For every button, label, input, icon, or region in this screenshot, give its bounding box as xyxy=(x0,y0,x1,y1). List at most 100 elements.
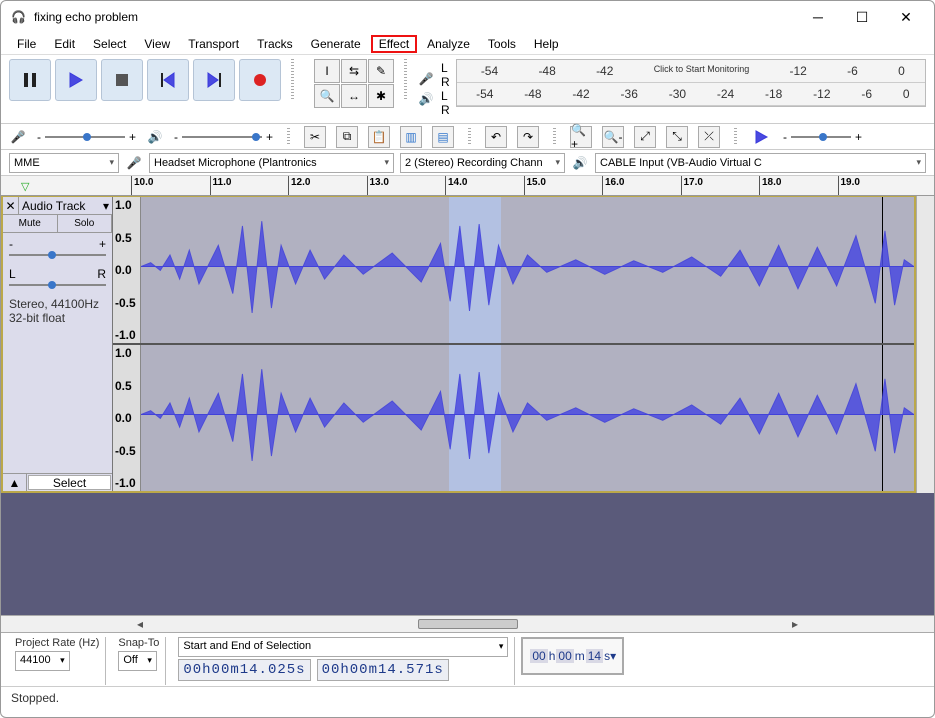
pause-button[interactable] xyxy=(9,59,51,101)
stop-button[interactable] xyxy=(101,59,143,101)
menu-tools[interactable]: Tools xyxy=(480,35,524,53)
skip-start-button[interactable] xyxy=(147,59,189,101)
separator xyxy=(291,59,294,99)
cut-icon[interactable]: ✂ xyxy=(304,126,326,148)
empty-track-space[interactable] xyxy=(1,493,934,615)
envelope-tool-icon[interactable]: ⇆ xyxy=(341,59,367,83)
mute-button[interactable]: Mute xyxy=(3,215,58,232)
snap-to-label: Snap-To xyxy=(118,637,159,649)
separator xyxy=(553,128,556,146)
level-meters[interactable]: -54-48-42Click to Start Monitoring-12-60… xyxy=(456,59,926,107)
menu-edit[interactable]: Edit xyxy=(46,35,83,53)
lr-labels: LRLR xyxy=(441,59,450,119)
recording-volume-slider[interactable]: -+ xyxy=(37,130,136,144)
selection-mode-select[interactable]: Start and End of Selection xyxy=(178,637,508,657)
selection-start-time[interactable]: 00h00m14.025s xyxy=(178,659,310,681)
zoom-in-icon[interactable]: 🔍+ xyxy=(570,126,592,148)
timeline-tick: 13.0 xyxy=(367,176,446,195)
waveform-display[interactable]: 1.00.50.0-0.5-1.0 1.00.50.0-0.5-1.0 xyxy=(113,197,914,491)
mic-icon[interactable]: 🎤 xyxy=(417,70,435,88)
play-at-speed-icon[interactable] xyxy=(751,126,773,148)
collapse-button[interactable]: ▲ xyxy=(3,474,27,491)
pan-slider[interactable]: LR xyxy=(3,263,112,293)
timeshift-tool-icon[interactable]: ↔ xyxy=(341,84,367,108)
fit-selection-icon[interactable]: ⤢ xyxy=(634,126,656,148)
selection-end-time[interactable]: 00h00m14.571s xyxy=(317,659,449,681)
timeline-tick: 18.0 xyxy=(759,176,838,195)
gain-slider[interactable]: -+ xyxy=(3,233,112,263)
redo-icon[interactable]: ↷ xyxy=(517,126,539,148)
menu-effect[interactable]: Effect xyxy=(371,35,417,53)
recording-device-select[interactable]: Headset Microphone (Plantronics xyxy=(149,153,394,173)
meter-icons: 🎤 🔊 xyxy=(417,59,435,119)
track-select-button[interactable]: Select xyxy=(28,475,111,490)
timeline-tick: 14.0 xyxy=(445,176,524,195)
silence-icon[interactable]: ▤ xyxy=(432,126,454,148)
main-toolbar: I ⇆ ✎ 🔍 ↔ ✱ 🎤 🔊 LRLR -54-48-42Click to S… xyxy=(1,55,934,124)
fit-project-icon[interactable]: ⤡ xyxy=(666,126,688,148)
menu-tracks[interactable]: Tracks xyxy=(249,35,301,53)
play-vol-icon: 🔊 xyxy=(146,128,164,146)
menu-transport[interactable]: Transport xyxy=(180,35,247,53)
play-cursor-icon[interactable]: ▽ xyxy=(21,180,29,193)
menu-view[interactable]: View xyxy=(136,35,178,53)
tool-palette: I ⇆ ✎ 🔍 ↔ ✱ xyxy=(314,59,394,119)
speaker-icon: 🔊 xyxy=(571,154,589,172)
maximize-button[interactable]: ☐ xyxy=(844,3,880,31)
copy-icon[interactable]: ⧉ xyxy=(336,126,358,148)
undo-icon[interactable]: ↶ xyxy=(485,126,507,148)
zoom-toggle-icon[interactable]: ⤫ xyxy=(698,126,720,148)
menu-file[interactable]: File xyxy=(9,35,44,53)
zoom-tool-icon[interactable]: 🔍 xyxy=(314,84,340,108)
zoom-out-icon[interactable]: 🔍- xyxy=(602,126,624,148)
separator xyxy=(404,59,407,99)
audio-position-display[interactable]: 00h 00m 14s▾ xyxy=(521,637,624,675)
scroll-right-icon[interactable]: ▸ xyxy=(786,617,804,631)
multi-tool-icon[interactable]: ✱ xyxy=(368,84,394,108)
statusbar: Stopped. xyxy=(1,687,934,709)
waveform-right-channel[interactable]: 1.00.50.0-0.5-1.0 xyxy=(113,345,914,491)
solo-button[interactable]: Solo xyxy=(58,215,113,232)
amplitude-scale: 1.00.50.0-0.5-1.0 xyxy=(113,197,141,343)
timeline-tick: 16.0 xyxy=(602,176,681,195)
timeline-tick: 17.0 xyxy=(681,176,760,195)
draw-tool-icon[interactable]: ✎ xyxy=(368,59,394,83)
minimize-button[interactable]: ─ xyxy=(800,3,836,31)
trim-icon[interactable]: ▥ xyxy=(400,126,422,148)
selection-tool-icon[interactable]: I xyxy=(314,59,340,83)
waveform-left-channel[interactable]: 1.00.50.0-0.5-1.0 xyxy=(113,197,914,345)
track-close-button[interactable]: ✕ xyxy=(3,197,19,214)
menu-select[interactable]: Select xyxy=(85,35,134,53)
menu-help[interactable]: Help xyxy=(526,35,567,53)
skip-end-button[interactable] xyxy=(193,59,235,101)
menu-generate[interactable]: Generate xyxy=(303,35,369,53)
scroll-thumb[interactable] xyxy=(418,619,518,629)
snap-to-select[interactable]: Off xyxy=(118,651,156,671)
timeline-ruler[interactable]: ▽ 10.0 11.0 12.0 13.0 14.0 15.0 16.0 17.… xyxy=(1,176,934,196)
play-button[interactable] xyxy=(55,59,97,101)
scroll-left-icon[interactable]: ◂ xyxy=(131,617,149,631)
titlebar: 🎧 fixing echo problem ─ ☐ ✕ xyxy=(1,1,934,33)
play-speed-slider[interactable]: -+ xyxy=(783,130,862,144)
close-button[interactable]: ✕ xyxy=(888,3,924,31)
transport-controls xyxy=(9,59,281,119)
audio-host-select[interactable]: MME xyxy=(9,153,119,173)
vertical-scrollbar[interactable] xyxy=(916,196,934,493)
project-rate-select[interactable]: 44100 xyxy=(15,651,70,671)
track-name-dropdown[interactable]: Audio Track▾ xyxy=(19,197,112,214)
timeline-tick: 15.0 xyxy=(524,176,603,195)
separator xyxy=(287,128,290,146)
speaker-icon[interactable]: 🔊 xyxy=(417,90,435,108)
waveform-svg xyxy=(141,345,914,485)
menu-analyze[interactable]: Analyze xyxy=(419,35,478,53)
playback-volume-slider[interactable]: -+ xyxy=(174,130,273,144)
record-button[interactable] xyxy=(239,59,281,101)
rec-vol-icon: 🎤 xyxy=(9,128,27,146)
horizontal-scrollbar[interactable]: ◂ ▸ xyxy=(1,615,934,633)
timeline-tick: 11.0 xyxy=(210,176,289,195)
playback-device-select[interactable]: CABLE Input (VB-Audio Virtual C xyxy=(595,153,926,173)
channels-select[interactable]: 2 (Stereo) Recording Chann xyxy=(400,153,565,173)
device-toolbar: MME 🎤 Headset Microphone (Plantronics 2 … xyxy=(1,150,934,176)
paste-icon[interactable]: 📋 xyxy=(368,126,390,148)
waveform-svg xyxy=(141,197,914,337)
